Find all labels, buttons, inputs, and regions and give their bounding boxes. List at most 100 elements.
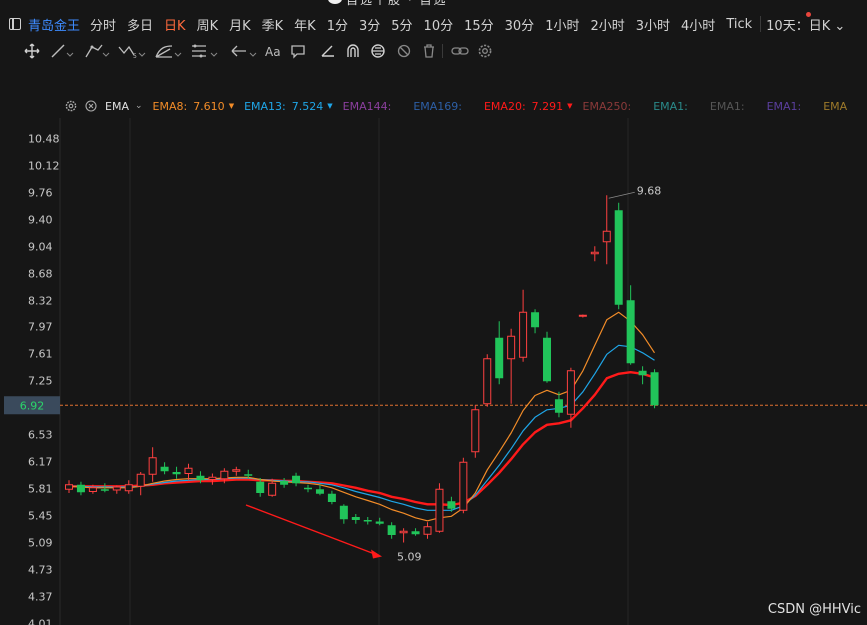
ema-legend-item[interactable]: EMA144: bbox=[343, 100, 392, 113]
period-tab[interactable]: 15分 bbox=[464, 15, 494, 34]
period-tab[interactable]: 10分 bbox=[424, 15, 454, 34]
chevron-down-icon: ⌄ bbox=[834, 18, 846, 34]
candle-body-down bbox=[327, 493, 336, 502]
period-tab[interactable]: 2小时 bbox=[590, 15, 624, 34]
period-tab[interactable]: 4小时 bbox=[681, 15, 715, 34]
ema-legend-item[interactable]: EMA1: bbox=[653, 100, 688, 113]
link-icon[interactable] bbox=[451, 40, 469, 62]
low-arrow-line bbox=[245, 504, 377, 556]
price-tick-label: 4.01 bbox=[28, 618, 53, 625]
range-select-label: 10天：日K bbox=[766, 18, 831, 34]
period-tab[interactable]: 多日 bbox=[127, 15, 153, 34]
ema-legend-label: EMA bbox=[823, 99, 848, 113]
period-tab[interactable]: 年K bbox=[294, 15, 316, 34]
candle-body-down bbox=[387, 525, 396, 535]
candle-body-down bbox=[256, 481, 265, 493]
ema-legend-item[interactable]: EMA20: 7.291 ▼ bbox=[484, 100, 583, 113]
watermark: CSDN @HHVic bbox=[767, 602, 861, 617]
stock-name[interactable]: 青岛金王 bbox=[28, 15, 80, 34]
comment-icon[interactable] bbox=[291, 40, 305, 62]
candle-body-up bbox=[459, 461, 468, 511]
angle-icon[interactable] bbox=[321, 40, 335, 62]
indicator-close-icon[interactable] bbox=[85, 100, 97, 112]
ema-legend-label: EMA1: bbox=[766, 99, 802, 113]
ema-legend-item[interactable]: EMA250: bbox=[583, 100, 632, 113]
period-tab[interactable]: 月K bbox=[229, 15, 251, 34]
period-tab[interactable]: 3小时 bbox=[636, 15, 670, 34]
period-tab-active[interactable]: 日K bbox=[164, 15, 186, 34]
ema-legend-item[interactable]: EMA13: 7.524 ▼ bbox=[244, 100, 343, 113]
toolbar-divider bbox=[760, 16, 762, 32]
price-tick-label: 9.04 bbox=[28, 240, 53, 253]
period-tab[interactable]: 周K bbox=[197, 15, 219, 34]
indicator-name[interactable]: EMA bbox=[105, 100, 129, 113]
range-select[interactable]: 10天：日K ⌄ bbox=[766, 15, 845, 34]
period-tab[interactable]: 1分 bbox=[327, 15, 348, 34]
fib-retracement-icon[interactable] bbox=[84, 40, 110, 62]
price-tick-label: 7.25 bbox=[28, 375, 53, 388]
delete-icon[interactable] bbox=[422, 40, 436, 62]
trend-line-icon[interactable] bbox=[50, 40, 74, 62]
price-tick-label: 10.48 bbox=[28, 132, 60, 145]
period-tab[interactable]: 3分 bbox=[359, 15, 380, 34]
candle-body-down bbox=[339, 505, 348, 520]
ema-legend-arrow: ▼ bbox=[228, 102, 235, 110]
wave-pattern-icon[interactable]: 5 bbox=[118, 40, 146, 62]
ema-legend-label: EMA144: bbox=[342, 99, 392, 113]
ema-legend-label: EMA8: bbox=[152, 99, 188, 113]
ema-legend-item[interactable]: EMA bbox=[823, 100, 847, 113]
candle-body-down bbox=[292, 475, 301, 484]
candlestick-chart[interactable]: 10.48 10.12 9.76 9.40 9.04 8.68 8.32 7.97 7.61 7.… bbox=[0, 118, 867, 625]
price-tick-label: 9.76 bbox=[28, 186, 53, 199]
indicator-dropdown-icon[interactable]: ⌄ bbox=[135, 101, 143, 111]
svg-text:Aa: Aa bbox=[265, 45, 281, 59]
arrow-icon[interactable] bbox=[230, 40, 258, 62]
settings-icon[interactable] bbox=[477, 40, 493, 62]
ema-legend-item[interactable]: EMA8: 7.610 ▼ bbox=[153, 100, 245, 113]
candle-body-down bbox=[100, 489, 109, 491]
candle-body-down bbox=[351, 517, 360, 520]
candle-body-up bbox=[232, 469, 241, 472]
candle-body-down bbox=[638, 370, 647, 376]
window-title: 自选个股 · 自选 bbox=[346, 0, 448, 7]
period-tab[interactable]: 季K bbox=[262, 15, 284, 34]
pitchfork-icon[interactable] bbox=[190, 40, 218, 62]
ema-legend-item[interactable]: EMA169: bbox=[413, 100, 462, 113]
candle-body-down bbox=[531, 312, 540, 328]
period-tab[interactable]: 30分 bbox=[505, 15, 535, 34]
candle-body-up bbox=[471, 409, 480, 453]
candle-body-up bbox=[184, 467, 193, 474]
hide-icon[interactable] bbox=[396, 40, 412, 62]
period-tab[interactable]: 5分 bbox=[391, 15, 412, 34]
text-tool-icon[interactable]: Aa bbox=[264, 40, 282, 62]
candle-body-down bbox=[315, 489, 324, 494]
candle-body-down bbox=[626, 300, 635, 364]
ema-legend-label: EMA13: bbox=[244, 99, 286, 113]
price-tick-label: 7.97 bbox=[28, 321, 53, 334]
candle-body-down bbox=[172, 472, 181, 475]
low-arrow-head bbox=[371, 549, 382, 559]
ema-item-list: EMA8: 7.610 ▼ EMA13: 7.524 ▼ EMA144: EMA169: EMA… bbox=[153, 100, 867, 113]
price-tick-label: 7.61 bbox=[28, 348, 53, 361]
indicator-settings-icon[interactable] bbox=[65, 100, 77, 112]
toolbar-divider bbox=[442, 40, 443, 62]
candle-body-down bbox=[363, 520, 372, 522]
candle-body-down bbox=[495, 337, 504, 379]
period-tab[interactable]: Tick bbox=[726, 17, 752, 32]
price-tick-label: 5.81 bbox=[28, 483, 53, 496]
lock-icon[interactable] bbox=[370, 40, 386, 62]
ema-legend-label: EMA169: bbox=[413, 99, 462, 113]
ema-legend-item[interactable]: EMA1: bbox=[767, 100, 802, 113]
candle-body-up bbox=[507, 335, 516, 360]
price-tick-label: 6.17 bbox=[28, 456, 53, 469]
sidebar-toggle-icon[interactable] bbox=[9, 18, 21, 30]
period-tab[interactable]: 1小时 bbox=[545, 15, 579, 34]
magnet-icon[interactable] bbox=[346, 40, 360, 62]
ema-legend-label: EMA1: bbox=[653, 99, 688, 113]
crosshair-move-icon[interactable] bbox=[24, 40, 40, 62]
ema-legend-item[interactable]: EMA1: bbox=[710, 100, 745, 113]
price-tick-label: 8.32 bbox=[28, 294, 53, 307]
ema-legend-arrow: ▼ bbox=[327, 102, 333, 110]
gann-fan-icon[interactable] bbox=[154, 40, 182, 62]
period-tab[interactable]: 分时 bbox=[90, 15, 116, 34]
